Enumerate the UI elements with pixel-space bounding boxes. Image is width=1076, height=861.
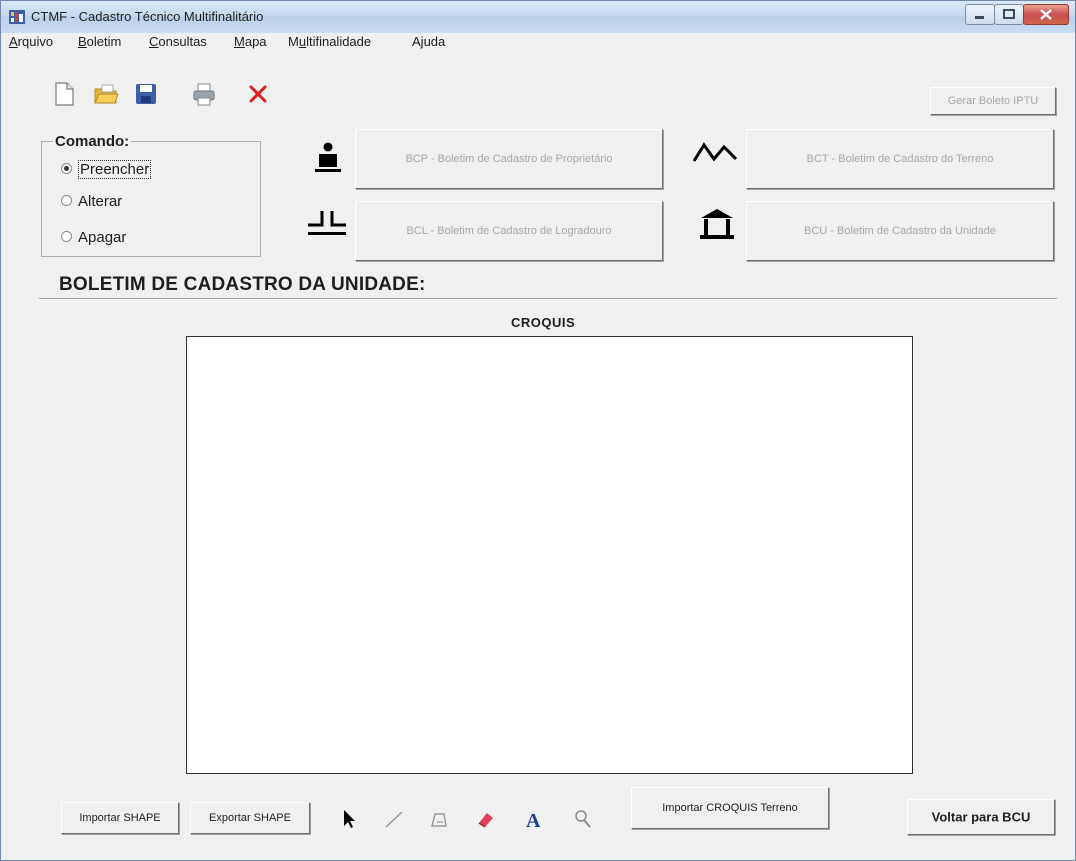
- close-icon: [1040, 9, 1052, 20]
- minimize-button[interactable]: [965, 4, 995, 25]
- menu-mapa[interactable]: Mapa: [234, 34, 267, 49]
- menu-multifinalidade[interactable]: Multifinalidade: [288, 34, 371, 49]
- person-icon: [315, 142, 341, 172]
- importar-shape-label: Importar SHAPE: [79, 812, 161, 824]
- bcp-button[interactable]: BCP - Boletim de Cadastro de Proprietári…: [355, 129, 663, 189]
- zoom-icon[interactable]: [571, 808, 593, 830]
- text-tool-icon[interactable]: A: [523, 808, 545, 830]
- section-title: BOLETIM DE CADASTRO DA UNIDADE:: [59, 274, 426, 295]
- menu-bar: Arquivo Boletim Consultas Mapa Multifina…: [1, 33, 1075, 54]
- importar-croquis-label: Importar CROQUIS Terreno: [662, 802, 798, 814]
- bcu-button[interactable]: BCU - Boletim de Cadastro da Unidade: [746, 201, 1054, 261]
- croquis-canvas[interactable]: [186, 336, 913, 774]
- pointer-arrow-icon[interactable]: [339, 808, 361, 830]
- menu-arquivo[interactable]: Arquivo: [9, 34, 53, 49]
- print-icon[interactable]: [191, 81, 217, 107]
- bcp-label: BCP - Boletim de Cadastro de Proprietári…: [405, 153, 613, 165]
- radio-alterar[interactable]: Alterar: [61, 193, 122, 210]
- title-bar[interactable]: CTMF - Cadastro Técnico Multifinalitário: [1, 1, 1075, 33]
- radio-apagar[interactable]: Apagar: [61, 229, 126, 246]
- voltar-para-bcu-button[interactable]: Voltar para BCU: [907, 799, 1055, 835]
- polygon-tool-icon[interactable]: [428, 808, 450, 830]
- maximize-icon: [1003, 9, 1015, 19]
- main-window: CTMF - Cadastro Técnico Multifinalitário…: [0, 0, 1076, 861]
- gerar-boleto-iptu-button[interactable]: Gerar Boleto IPTU: [930, 87, 1056, 115]
- bcu-label: BCU - Boletim de Cadastro da Unidade: [804, 225, 996, 237]
- exportar-shape-label: Exportar SHAPE: [209, 812, 291, 824]
- importar-shape-button[interactable]: Importar SHAPE: [61, 802, 179, 834]
- radio-circle[interactable]: [61, 195, 72, 206]
- comando-legend: Comando:: [53, 133, 132, 150]
- radio-circle-checked[interactable]: [61, 163, 72, 174]
- svg-text:A: A: [526, 810, 541, 830]
- exportar-shape-button[interactable]: Exportar SHAPE: [190, 802, 310, 834]
- maximize-button[interactable]: [994, 4, 1024, 25]
- menu-consultas[interactable]: Consultas: [149, 34, 207, 49]
- window-controls: [965, 4, 1069, 25]
- minimize-icon: [975, 16, 984, 19]
- delete-x-icon[interactable]: [245, 81, 271, 107]
- bct-label: BCT - Boletim de Cadastro do Terreno: [806, 153, 994, 165]
- app-icon: [9, 10, 25, 24]
- terrain-icon: [692, 142, 738, 162]
- radio-preencher[interactable]: Preencher: [61, 160, 152, 179]
- voltar-label: Voltar para BCU: [931, 809, 1031, 825]
- radio-label-preencher: Preencher: [78, 160, 152, 179]
- window-title: CTMF - Cadastro Técnico Multifinalitário: [31, 9, 264, 24]
- section-divider: [39, 298, 1057, 300]
- line-tool-icon[interactable]: [383, 808, 405, 830]
- eraser-icon[interactable]: [475, 808, 497, 830]
- building-icon: [700, 209, 734, 239]
- menu-boletim[interactable]: Boletim: [78, 34, 121, 49]
- menu-ajuda[interactable]: Ajuda: [412, 34, 445, 49]
- bct-button[interactable]: BCT - Boletim de Cadastro do Terreno: [746, 129, 1054, 189]
- gerar-boleto-iptu-label: Gerar Boleto IPTU: [947, 95, 1039, 107]
- radio-label-alterar: Alterar: [78, 193, 123, 210]
- croquis-label: CROQUIS: [511, 315, 576, 330]
- open-folder-icon[interactable]: [93, 81, 119, 107]
- road-icon: [308, 211, 346, 235]
- radio-label-apagar: Apagar: [78, 229, 127, 246]
- importar-croquis-terreno-button[interactable]: Importar CROQUIS Terreno: [631, 787, 829, 829]
- save-icon[interactable]: [133, 81, 159, 107]
- close-button[interactable]: [1023, 4, 1069, 25]
- new-document-icon[interactable]: [51, 81, 77, 107]
- bcl-button[interactable]: BCL - Boletim de Cadastro de Logradouro: [355, 201, 663, 261]
- radio-circle[interactable]: [61, 231, 72, 242]
- bcl-label: BCL - Boletim de Cadastro de Logradouro: [406, 225, 612, 237]
